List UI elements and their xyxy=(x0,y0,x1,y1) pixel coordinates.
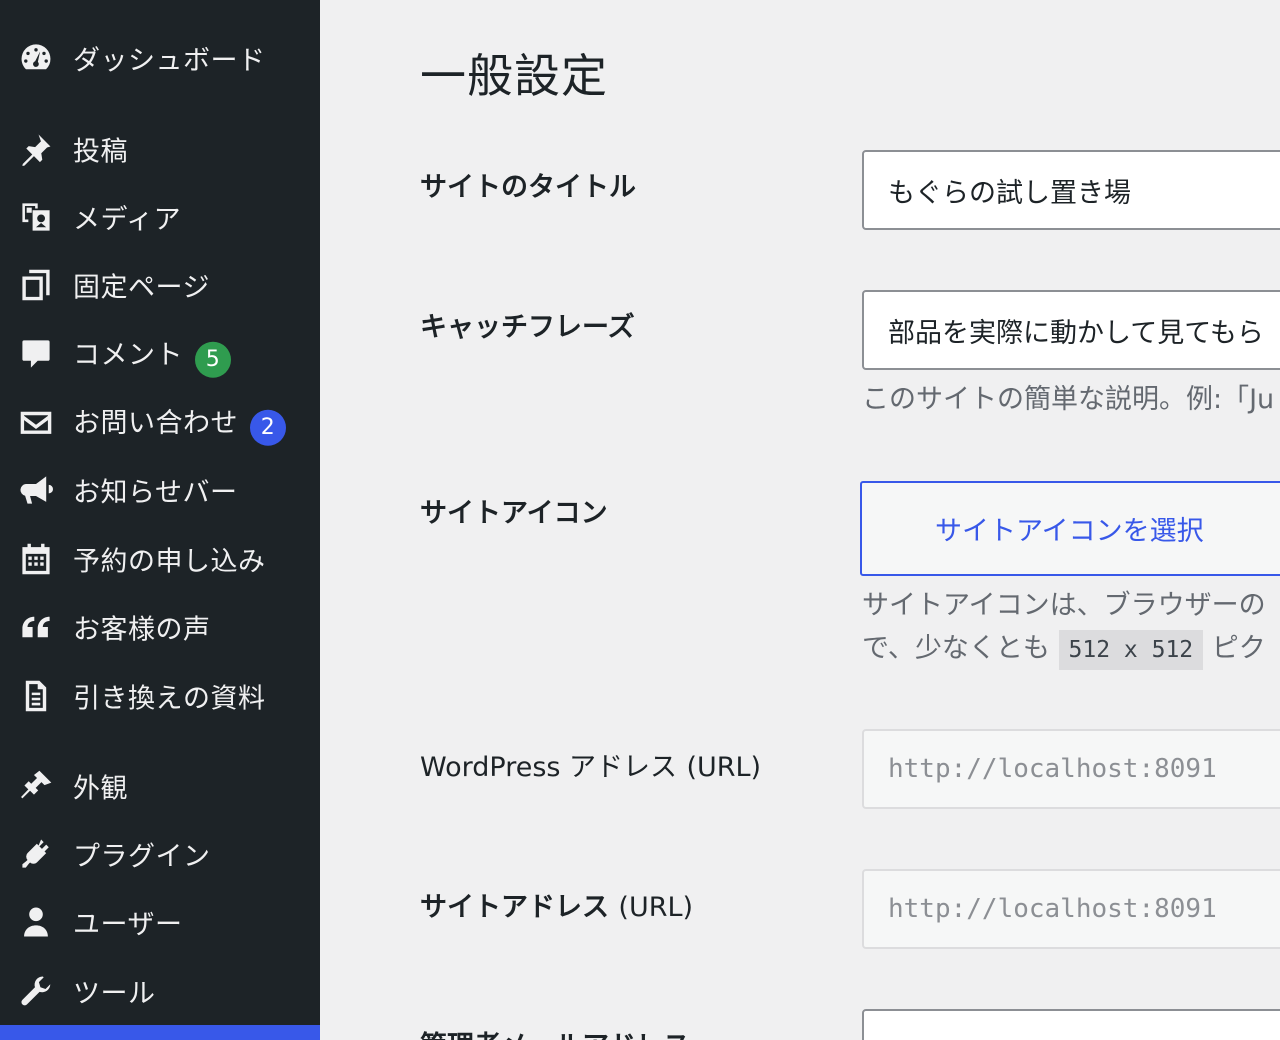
paintbrush-icon xyxy=(18,768,54,804)
tagline-input[interactable]: 部品を実際に動かして見てもら xyxy=(862,290,1280,370)
document-icon xyxy=(18,678,54,714)
site-title-input[interactable]: もぐらの試し置き場 xyxy=(862,150,1280,230)
site-address-label: サイトアドレス (URL) xyxy=(420,892,694,923)
sidebar-item-users[interactable]: ユーザー xyxy=(0,894,320,950)
sidebar-item-label: 外観 xyxy=(73,773,128,805)
wrench-icon xyxy=(18,973,54,1009)
site-address-input[interactable]: http://localhost:8091 xyxy=(862,869,1280,949)
admin-email-input[interactable] xyxy=(862,1009,1280,1040)
envelope-icon xyxy=(18,404,54,440)
sidebar-item-testimonials[interactable]: お客様の声 xyxy=(0,599,320,655)
dashboard-icon xyxy=(18,40,54,76)
sidebar-item-label: お客様の声 xyxy=(73,614,211,646)
pages-icon xyxy=(18,267,54,303)
site-title-label: サイトのタイトル xyxy=(420,172,636,203)
sidebar-item-label: お知らせバー xyxy=(73,477,238,509)
media-icon xyxy=(18,199,54,235)
sidebar-item-dashboard[interactable]: ダッシュボード xyxy=(0,30,320,86)
sidebar-item-comments[interactable]: コメント 5 xyxy=(0,326,320,382)
sidebar-item-contact[interactable]: お問い合わせ 2 xyxy=(0,394,320,450)
sidebar-item-reservations[interactable]: 予約の申し込み xyxy=(0,531,320,587)
sidebar-item-settings-current[interactable] xyxy=(0,1025,320,1040)
page-title: 一般設定 xyxy=(420,49,608,103)
sidebar-item-pages[interactable]: 固定ページ xyxy=(0,257,320,313)
tagline-label: キャッチフレーズ xyxy=(420,312,635,343)
sidebar-item-label: コメント 5 xyxy=(73,333,231,378)
admin-sidebar: ダッシュボード 投稿 メディア 固定ページ コメント 5 お問い合わせ 2 お知… xyxy=(0,0,320,1040)
calendar-icon xyxy=(18,541,54,577)
pushpin-icon xyxy=(18,131,54,167)
select-site-icon-button[interactable]: サイトアイコンを選択 xyxy=(860,481,1280,576)
settings-main: 一般設定 サイトのタイトル もぐらの試し置き場 キャッチフレーズ 部品を実際に動… xyxy=(320,0,1280,1040)
sidebar-item-notice-bar[interactable]: お知らせバー xyxy=(0,462,320,518)
sidebar-item-label: 引き換えの資料 xyxy=(73,683,266,715)
sidebar-item-label: ダッシュボード xyxy=(73,45,266,77)
sidebar-item-posts[interactable]: 投稿 xyxy=(0,121,320,177)
icon-size-code: 512 x 512 xyxy=(1058,629,1204,670)
quote-icon xyxy=(18,609,54,645)
wp-address-input[interactable]: http://localhost:8091 xyxy=(862,729,1280,809)
sidebar-item-documents[interactable]: 引き換えの資料 xyxy=(0,668,320,724)
wp-address-label: WordPress アドレス (URL) xyxy=(420,752,762,783)
sidebar-item-tools[interactable]: ツール xyxy=(0,963,320,1019)
sidebar-item-label: メディア xyxy=(73,204,182,236)
site-icon-description: サイトアイコンは、ブラウザーの で、少なくとも 512 x 512 ピク xyxy=(862,584,1266,670)
sidebar-item-label: ツール xyxy=(73,978,156,1010)
tagline-description: このサイトの簡単な説明。例:「Ju xyxy=(862,384,1275,415)
user-icon xyxy=(18,904,54,940)
sidebar-item-label: 固定ページ xyxy=(73,272,210,304)
megaphone-icon xyxy=(18,472,54,508)
admin-email-label: 管理者メールアドレス xyxy=(420,1024,690,1040)
site-icon-label: サイトアイコン xyxy=(420,498,608,529)
admin-screen: ダッシュボード 投稿 メディア 固定ページ コメント 5 お問い合わせ 2 お知… xyxy=(0,0,1280,1040)
sidebar-item-label: プラグイン xyxy=(73,841,211,873)
sidebar-item-plugins[interactable]: プラグイン xyxy=(0,826,320,882)
sidebar-item-appearance[interactable]: 外観 xyxy=(0,758,320,814)
sidebar-item-label: 投稿 xyxy=(73,136,128,168)
sidebar-item-media[interactable]: メディア xyxy=(0,189,320,245)
comments-count-badge: 5 xyxy=(195,341,231,378)
sidebar-item-label: 予約の申し込み xyxy=(73,546,266,578)
sidebar-item-label: ユーザー xyxy=(73,909,183,941)
sidebar-item-label: お問い合わせ 2 xyxy=(73,401,286,446)
comment-icon xyxy=(18,336,54,372)
contact-count-badge: 2 xyxy=(250,409,286,446)
plugin-icon xyxy=(18,836,54,872)
